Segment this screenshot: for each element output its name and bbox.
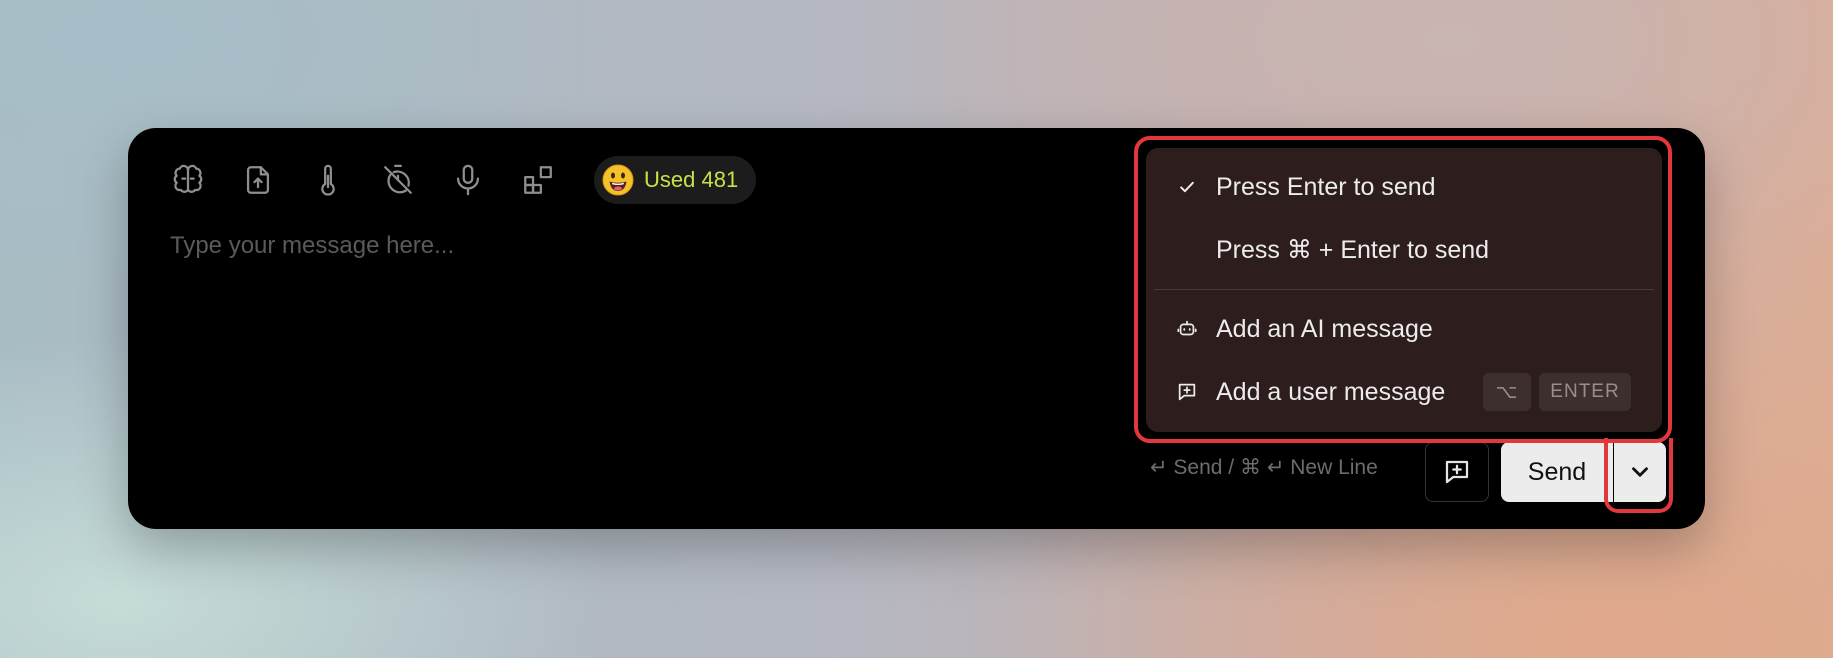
microphone-icon[interactable]	[448, 160, 488, 200]
menu-item-add-ai-message[interactable]: Add an AI message	[1146, 303, 1662, 355]
send-shortcut-hint: ↵ Send / ⌘ ↵ New Line	[1150, 456, 1378, 479]
send-options-button[interactable]	[1614, 442, 1666, 502]
message-input[interactable]	[170, 226, 1070, 266]
menu-item-press-cmd-enter[interactable]: Press ⌘ + Enter to send	[1146, 224, 1662, 276]
menu-item-press-enter[interactable]: Press Enter to send	[1146, 161, 1662, 213]
menu-item-label: Press Enter to send	[1216, 172, 1436, 201]
thermometer-icon[interactable]	[308, 160, 348, 200]
usage-label: Used 481	[644, 167, 739, 192]
menu-item-add-user-message[interactable]: Add a user message ⌥ ENTER	[1146, 366, 1662, 418]
send-options-menu: Press Enter to send Press ⌘ + Enter to s…	[1146, 148, 1662, 432]
widgets-icon[interactable]	[518, 160, 558, 200]
menu-item-label: Press ⌘ + Enter to send	[1216, 236, 1490, 264]
bot-icon	[1177, 320, 1197, 336]
message-plus-icon	[1445, 460, 1469, 484]
menu-item-label: Add a user message	[1216, 377, 1446, 406]
enter-key-badge: ENTER	[1539, 373, 1631, 411]
send-button[interactable]: Send	[1501, 442, 1613, 502]
option-key-badge: ⌥	[1483, 373, 1531, 411]
menu-divider	[1154, 289, 1654, 290]
brain-icon[interactable]	[168, 160, 208, 200]
check-icon	[1180, 181, 1194, 193]
usage-badge[interactable]: Used 481	[594, 156, 757, 204]
chevron-down-icon	[1632, 467, 1648, 477]
message-plus-icon	[1178, 383, 1196, 401]
timer-off-icon[interactable]	[378, 160, 418, 200]
menu-item-label: Add an AI message	[1216, 314, 1433, 343]
file-upload-icon[interactable]	[238, 160, 278, 200]
composer-toolbar: Used 481	[168, 156, 757, 204]
grinning-face-icon	[602, 164, 634, 196]
add-message-button[interactable]	[1425, 442, 1489, 502]
